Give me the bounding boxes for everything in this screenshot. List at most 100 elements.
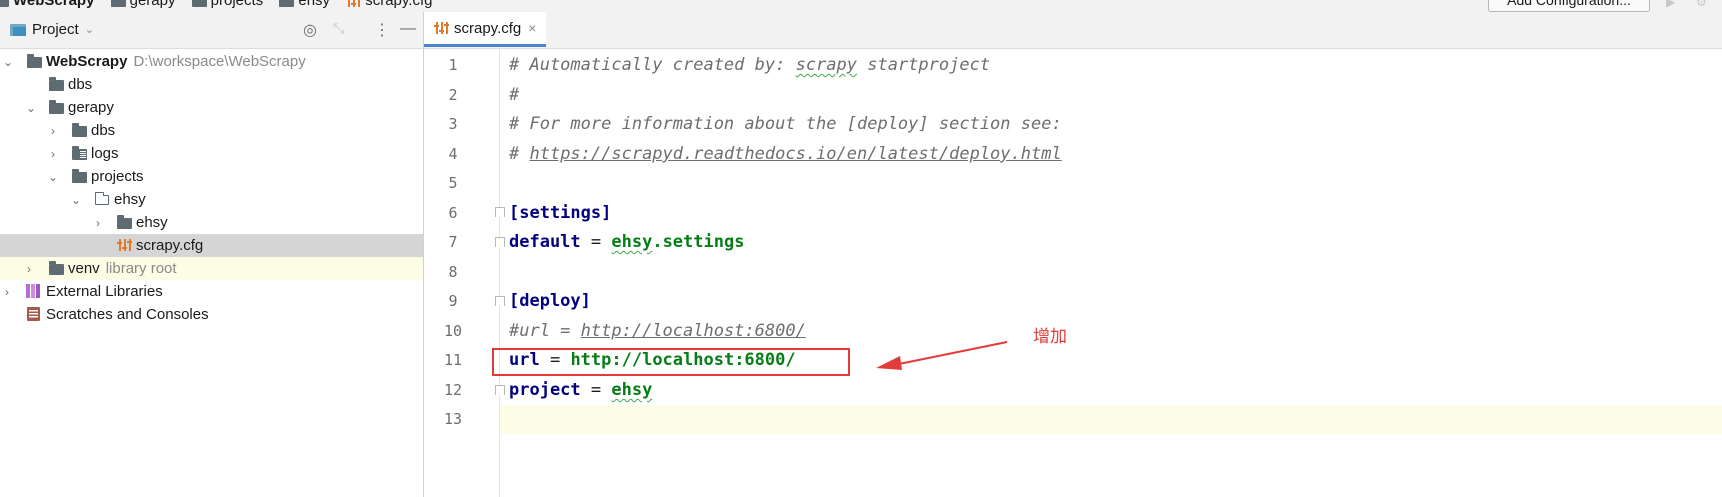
tree-item-logs[interactable]: › logs	[0, 142, 423, 165]
close-icon[interactable]: ×	[528, 20, 536, 36]
tree-item-gerapy-dbs[interactable]: › dbs	[0, 119, 423, 142]
tree-item-external-libraries[interactable]: › External Libraries	[0, 280, 423, 303]
tree-item-label: dbs	[91, 122, 116, 139]
code-line-12[interactable]: project = ehsy	[509, 378, 652, 402]
annotation-label: 增加	[1033, 327, 1067, 346]
line-number: 3	[448, 115, 458, 133]
tree-item-label: logs	[91, 145, 119, 162]
run-icon[interactable]: ▶	[1666, 0, 1675, 9]
tree-item-scrapy-cfg[interactable]: scrapy.cfg	[0, 234, 423, 257]
breadcrumb-separator	[100, 0, 104, 9]
collapsed-arrow-icon[interactable]: ›	[23, 262, 35, 276]
line-number: 5	[448, 174, 458, 192]
breadcrumb-separator	[269, 0, 273, 9]
code-line-4[interactable]: # https://scrapyd.readthedocs.io/en/late…	[509, 142, 1062, 166]
tree-item-label: projects	[91, 168, 144, 185]
tree-item-label: Scratches and Consoles	[46, 306, 209, 323]
config-file-icon	[117, 238, 132, 252]
collapsed-arrow-icon[interactable]: ›	[92, 216, 104, 230]
locate-file-icon[interactable]: ◎	[303, 20, 317, 40]
collapse-all-icon[interactable]: ⤡	[333, 20, 344, 37]
tree-item-scratches[interactable]: Scratches and Consoles	[0, 303, 423, 326]
line-number: 9	[448, 292, 458, 310]
folder-icon	[279, 0, 295, 7]
highlight-box	[492, 348, 850, 376]
breadcrumb-item-gerapy[interactable]: gerapy	[110, 0, 175, 9]
tree-item-label: dbs	[68, 76, 93, 93]
breadcrumb-item-projects[interactable]: projects	[191, 0, 263, 9]
project-panel-header: Project ⌄ ◎ ⤡ ⋮ —	[0, 12, 423, 49]
tree-item-label: ehsy	[136, 214, 168, 231]
project-panel-title: Project	[32, 21, 79, 38]
line-number: 10	[443, 322, 463, 340]
folder-icon	[117, 215, 132, 229]
logs-folder-icon	[72, 146, 87, 160]
tree-item-label: ehsy	[114, 191, 146, 208]
folder-icon	[27, 54, 42, 68]
add-configuration-button[interactable]: Add Configuration...	[1488, 0, 1650, 12]
line-number-gutter: 1 2 3 4 5 6 7 8 9 10 11 12 13	[424, 49, 500, 497]
tree-item-gerapy[interactable]: ⌄ gerapy	[0, 96, 423, 119]
tree-item-label: External Libraries	[46, 283, 163, 300]
expand-arrow-icon[interactable]: ⌄	[47, 170, 59, 184]
tree-item-projects[interactable]: ⌄ projects	[0, 165, 423, 188]
folder-icon	[49, 261, 64, 275]
expand-arrow-icon[interactable]: ⌄	[2, 55, 14, 69]
tab-scrapy-cfg[interactable]: scrapy.cfg ×	[424, 12, 546, 47]
breadcrumb-item-scrapy-cfg[interactable]: scrapy.cfg	[346, 0, 432, 9]
library-root-hint: library root	[105, 260, 177, 277]
collapsed-arrow-icon[interactable]: ›	[47, 124, 59, 138]
config-file-icon	[434, 21, 449, 35]
tree-item-dbs[interactable]: dbs	[0, 73, 423, 96]
line-number: 11	[443, 351, 463, 369]
tree-item-label: gerapy	[68, 99, 114, 116]
tree-item-webscrapy[interactable]: ⌄ WebScrapy D:\workspace\WebScrapy	[0, 50, 423, 73]
scratches-icon	[27, 307, 40, 321]
breadcrumb-separator	[181, 0, 185, 9]
breadcrumb-item-webscrapy[interactable]: WebScrapy	[0, 0, 94, 9]
chevron-down-icon: ⌄	[84, 24, 94, 36]
more-options-icon[interactable]: ⋮	[374, 20, 390, 40]
collapsed-arrow-icon[interactable]: ›	[47, 147, 59, 161]
project-view-selector[interactable]: Project ⌄	[10, 21, 94, 38]
tree-item-label: scrapy.cfg	[136, 237, 204, 254]
code-line-9[interactable]: [deploy]	[509, 289, 591, 313]
folder-icon	[191, 0, 207, 7]
code-line-3[interactable]: # For more information about the [deploy…	[509, 112, 1062, 136]
line-number: 8	[448, 263, 458, 281]
line-number: 4	[448, 145, 458, 163]
code-line-10[interactable]: #url = http://localhost:6800/	[509, 319, 806, 343]
tree-item-path: D:\workspace\WebScrapy	[133, 53, 306, 70]
collapsed-arrow-icon[interactable]: ›	[1, 285, 13, 299]
folder-icon	[72, 169, 87, 183]
debug-icon[interactable]: ⚙	[1696, 0, 1707, 9]
external-libraries-icon	[26, 284, 41, 298]
line-number: 1	[448, 56, 458, 74]
expand-arrow-icon[interactable]: ⌄	[70, 193, 82, 207]
config-file-icon	[346, 0, 361, 8]
breadcrumb-item-ehsy[interactable]: ehsy	[279, 0, 330, 9]
tree-item-ehsy[interactable]: ⌄ ehsy	[0, 188, 423, 211]
folder-icon	[49, 100, 64, 114]
line-number: 2	[448, 86, 458, 104]
navigation-bar: WebScrapy gerapy projects ehsy scrapy.cf…	[0, 0, 1722, 12]
line-number: 7	[448, 233, 458, 251]
code-line-1[interactable]: # Automatically created by: scrapy start…	[509, 53, 990, 77]
code-line-7[interactable]: default = ehsy.settings	[509, 230, 744, 254]
expand-arrow-icon[interactable]: ⌄	[25, 101, 37, 115]
code-line-2[interactable]: #	[509, 83, 519, 107]
hide-panel-icon[interactable]: —	[400, 20, 416, 38]
annotation-arrow-icon	[876, 341, 1008, 370]
tree-item-label: WebScrapy	[46, 53, 128, 70]
folder-icon	[110, 0, 126, 7]
folder-icon	[49, 77, 64, 91]
code-line-6[interactable]: [settings]	[509, 201, 611, 225]
breadcrumb: WebScrapy gerapy projects ehsy scrapy.cf…	[0, 0, 432, 9]
project-panel: Project ⌄ ◎ ⤡ ⋮ — ⌄ WebScrapy D:\workspac…	[0, 12, 424, 497]
tree-item-venv[interactable]: › venv library root	[0, 257, 423, 280]
project-icon	[10, 23, 26, 36]
folder-icon	[72, 123, 87, 137]
tree-item-ehsy-inner[interactable]: › ehsy	[0, 211, 423, 234]
breadcrumb-separator	[336, 0, 340, 9]
line-number: 6	[448, 204, 458, 222]
